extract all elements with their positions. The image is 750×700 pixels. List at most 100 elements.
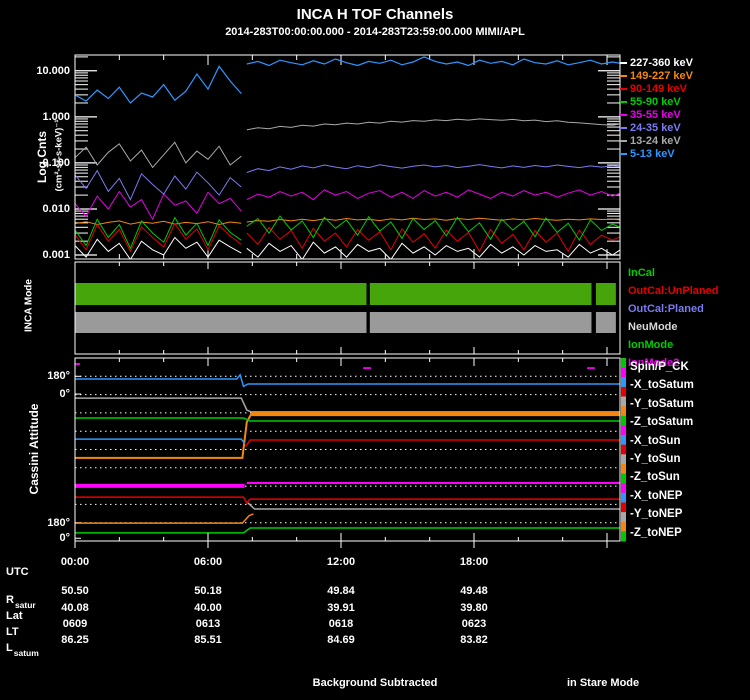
tof-ytick-label: 1.000: [42, 111, 70, 123]
table-row-label-UTC: UTC: [6, 562, 29, 580]
attitude-color-strip-segment: [621, 492, 626, 503]
legend-color-dash: [620, 113, 627, 116]
table-cell-UTC: 12:00: [326, 556, 356, 568]
table-cell-R: 49.48: [460, 585, 488, 597]
table-cell-Lat: 40.08: [61, 602, 89, 614]
tof-panel-frame: [74, 54, 621, 260]
attitude-color-strip-segment: [621, 396, 626, 407]
table-cell-UTC: 18:00: [459, 556, 489, 568]
row-label-text: Lat: [6, 610, 23, 622]
table-cell-L: 86.25: [61, 634, 89, 646]
tof-legend-label: 149-227 keV: [630, 69, 693, 82]
attitude-color-strip-segment: [621, 435, 626, 446]
tof-legend-label: 24-35 keV: [630, 121, 681, 134]
attitude-color-strip-segment: [621, 512, 626, 523]
attitude-color-strip-segment: [621, 444, 626, 455]
tof-legend-item: 35-55 keV: [620, 108, 681, 121]
tof-ytick-label: 10.000: [36, 65, 70, 77]
neu-mode-bar: [369, 312, 592, 333]
attitude-color-strip-segment: [621, 358, 626, 369]
tof-legend-label: 90-149 keV: [630, 82, 687, 95]
attitude-legend-item: -X_toNEP: [630, 489, 683, 502]
mode-panel-frame: [74, 261, 621, 355]
attitude-ylabel: Cassini Attitude: [27, 403, 41, 495]
attitude-series--Z_toSatum: [75, 513, 254, 524]
attitude-color-strip-segment: [621, 367, 626, 378]
mode-ylabel: INCA Mode: [23, 279, 35, 332]
attitude-color-strip-segment: [621, 483, 626, 494]
tof-legend-label: 13-24 keV: [630, 134, 681, 147]
tof-series-227-360 keV: [75, 236, 242, 259]
attitude-series--Z_toSun: [245, 439, 621, 447]
ion-mode-bar: [595, 283, 616, 305]
table-cell-R: 49.84: [327, 585, 355, 597]
tof-series-13-24 keV: [75, 141, 242, 169]
attitude-ytick-label: 0°: [59, 388, 70, 400]
row-label-text: LT: [6, 626, 19, 638]
tof-legend-item: 13-24 keV: [620, 134, 681, 147]
attitude-legend-item: -Z_toNEP: [630, 526, 682, 539]
tof-series-35-55 keV: [75, 190, 242, 221]
mode-legend-item: InCal: [628, 267, 655, 279]
tof-series-5-13 keV: [75, 65, 242, 104]
attitude-color-strip-segment: [621, 406, 626, 417]
attitude-ytick-label: 0°: [59, 532, 70, 544]
tof-legend-item: 90-149 keV: [620, 82, 687, 95]
legend-color-dash: [620, 139, 627, 142]
row-label-subscript: satum: [13, 648, 39, 658]
ion-mode-bar: [75, 283, 367, 305]
tof-legend-label: 5-13 keV: [630, 147, 675, 160]
table-cell-LT: 0618: [328, 618, 354, 630]
table-cell-Lat: 40.00: [194, 602, 222, 614]
attitude-color-strip-segment: [621, 377, 626, 388]
attitude-legend-item: -X_toSun: [630, 434, 681, 447]
row-label-text: L: [6, 642, 13, 654]
tof-series-24-35 keV: [75, 169, 242, 201]
attitude-series--Y_toSatum: [247, 502, 621, 510]
attitude-legend-item: -Z_toSatum: [630, 415, 694, 428]
attitude-ytick-label: 180°: [47, 370, 70, 382]
tof-legend-label: 55-90 keV: [630, 95, 681, 108]
legend-color-dash: [620, 126, 627, 129]
legend-color-dash: [620, 61, 627, 64]
screenshot-root: INCA H TOF Channels 2014-283T00:00:00.00…: [0, 0, 750, 700]
tof-legend-item: 55-90 keV: [620, 95, 681, 108]
tof-legend-item: 24-35 keV: [620, 121, 681, 134]
table-cell-LT: 0609: [62, 618, 88, 630]
mode-legend-item: OutCal:UnPlaned: [628, 285, 719, 297]
tof-legend-item: 227-360 keV: [620, 56, 693, 69]
row-label-text: UTC: [6, 566, 29, 578]
table-cell-LT: 0613: [195, 618, 221, 630]
tof-ytick-label: 0.001: [42, 249, 70, 261]
legend-color-dash: [620, 152, 627, 155]
attitude-color-strip-segment: [621, 473, 626, 484]
attitude-color-strip-segment: [621, 386, 626, 398]
tof-legend-label: 227-360 keV: [630, 56, 693, 69]
attitude-series--Y_toSatum: [75, 397, 621, 413]
tof-legend-item: 5-13 keV: [620, 147, 675, 160]
legend-color-dash: [620, 74, 627, 77]
attitude-color-strip-segment: [621, 415, 626, 426]
attitude-color-strip-segment: [621, 454, 626, 465]
footer-stare-mode: in Stare Mode: [567, 677, 640, 689]
ion-mode-bar: [369, 283, 592, 305]
table-cell-Lat: 39.80: [460, 602, 488, 614]
attitude-series--Z_toNEP: [75, 527, 621, 534]
row-label-text: R: [6, 594, 14, 606]
table-cell-R: 50.50: [61, 585, 89, 597]
tof-legend-item: 149-227 keV: [620, 69, 693, 82]
table-cell-Lat: 39.91: [327, 602, 355, 614]
neu-mode-bar: [595, 312, 616, 333]
attitude-color-strip-segment: [621, 463, 626, 475]
attitude-color-strip-segment: [621, 502, 626, 513]
attitude-series--Y_toSun: [75, 438, 246, 445]
attitude-series--X_toSatum: [75, 373, 621, 388]
attitude-color-strip-segment: [621, 531, 626, 542]
table-cell-UTC: 06:00: [193, 556, 223, 568]
footer-background-subtracted: Background Subtracted: [312, 677, 438, 689]
table-cell-UTC: 00:00: [60, 556, 90, 568]
tof-ytick-label: 0.010: [42, 203, 70, 215]
attitude-series--Y_toNEP: [75, 496, 621, 505]
attitude-color-strip-segment: [621, 521, 626, 532]
attitude-legend-item: -Y_toNEP: [630, 507, 683, 520]
